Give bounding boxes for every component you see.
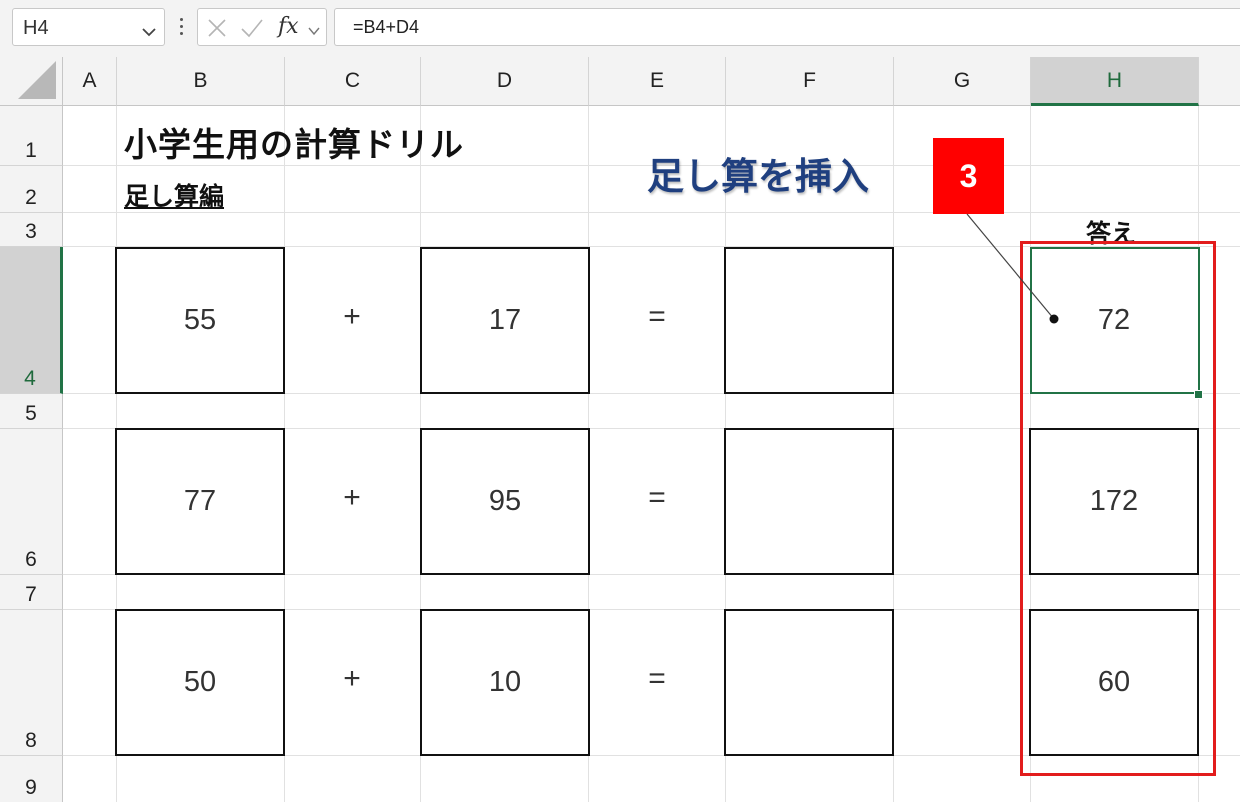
leader-line [966,213,1059,324]
formula-text: =B4+D4 [353,17,420,37]
chevron-down-icon[interactable] [142,24,156,42]
fx-icon[interactable]: fx [278,14,299,39]
name-box[interactable]: H4 [12,8,165,46]
close-icon[interactable] [206,17,228,44]
spreadsheet-grid: A B C D E F G H 1 2 3 4 5 6 7 8 9 小学生用の計… [0,57,1240,802]
check-icon[interactable] [240,17,264,44]
chevron-down-icon[interactable] [308,23,320,41]
more-options-icon[interactable] [176,14,186,42]
formula-input[interactable]: =B4+D4 [334,8,1240,46]
name-box-value: H4 [23,17,49,39]
formula-controls: fx [197,8,327,46]
formula-bar: H4 fx =B4+D4 [0,0,1240,57]
